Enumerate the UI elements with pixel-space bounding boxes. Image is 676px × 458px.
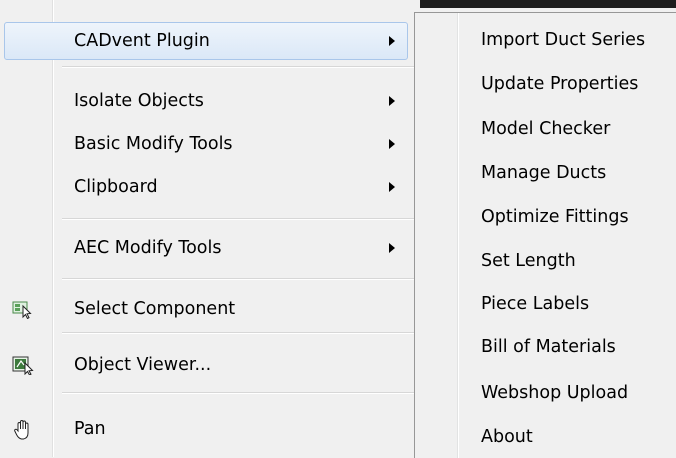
menu-separator — [62, 278, 414, 280]
submenu-item-bill-of-materials[interactable]: Bill of Materials — [415, 327, 676, 367]
select-component-icon — [12, 299, 34, 320]
menu-separator — [62, 392, 414, 394]
menu-item-label: CADvent Plugin — [74, 31, 210, 51]
background-window-edge — [420, 0, 676, 8]
menu-item-object-viewer[interactable]: Object Viewer... — [0, 346, 414, 384]
menu-separator — [62, 218, 414, 220]
object-viewer-icon — [12, 355, 34, 376]
submenu-item-update-properties[interactable]: Update Properties — [415, 64, 676, 104]
menu-item-label: AEC Modify Tools — [74, 238, 222, 258]
cadvent-submenu: Import Duct Series Update Properties Mod… — [414, 12, 676, 458]
menu-separator — [62, 332, 414, 334]
submenu-item-label: Import Duct Series — [481, 30, 646, 50]
menu-item-basic-modify-tools[interactable]: Basic Modify Tools — [0, 125, 414, 163]
submenu-item-label: Update Properties — [481, 74, 639, 94]
menu-item-isolate-objects[interactable]: Isolate Objects — [0, 82, 414, 120]
submenu-item-optimize-fittings[interactable]: Optimize Fittings — [415, 197, 676, 237]
menu-item-label: Isolate Objects — [74, 91, 204, 111]
submenu-item-label: Model Checker — [481, 119, 611, 139]
submenu-item-piece-labels[interactable]: Piece Labels — [415, 284, 676, 324]
submenu-arrow-icon — [389, 139, 395, 149]
submenu-item-label: About — [481, 427, 533, 447]
submenu-item-webshop-upload[interactable]: Webshop Upload — [415, 373, 676, 413]
submenu-item-label: Webshop Upload — [481, 383, 629, 403]
submenu-item-set-length[interactable]: Set Length — [415, 241, 676, 281]
submenu-item-about[interactable]: About — [415, 417, 676, 457]
submenu-arrow-icon — [389, 182, 395, 192]
menu-item-pan[interactable]: Pan — [0, 410, 414, 448]
menu-item-label: Object Viewer... — [74, 355, 212, 375]
submenu-item-label: Piece Labels — [481, 294, 590, 314]
menu-item-label: Basic Modify Tools — [74, 134, 233, 154]
menu-item-label: Clipboard — [74, 177, 158, 197]
submenu-item-manage-ducts[interactable]: Manage Ducts — [415, 153, 676, 193]
menu-separator — [62, 66, 414, 68]
submenu-arrow-icon — [389, 36, 395, 46]
submenu-item-label: Set Length — [481, 251, 576, 271]
pan-hand-icon — [12, 419, 34, 440]
submenu-item-label: Bill of Materials — [481, 337, 616, 357]
submenu-arrow-icon — [389, 96, 395, 106]
submenu-item-label: Optimize Fittings — [481, 207, 629, 227]
submenu-item-import-duct-series[interactable]: Import Duct Series — [415, 20, 676, 60]
menu-item-select-component[interactable]: Select Component — [0, 290, 414, 328]
menu-item-clipboard[interactable]: Clipboard — [0, 168, 414, 206]
submenu-item-label: Manage Ducts — [481, 163, 607, 183]
submenu-item-model-checker[interactable]: Model Checker — [415, 109, 676, 149]
menu-item-label: Pan — [74, 419, 106, 439]
menu-item-cadvent-plugin[interactable]: CADvent Plugin — [4, 22, 408, 60]
menu-item-label: Select Component — [74, 299, 236, 319]
context-menu: CADvent Plugin Isolate Objects Basic Mod… — [0, 0, 414, 457]
submenu-arrow-icon — [389, 243, 395, 253]
menu-item-aec-modify-tools[interactable]: AEC Modify Tools — [0, 229, 414, 267]
